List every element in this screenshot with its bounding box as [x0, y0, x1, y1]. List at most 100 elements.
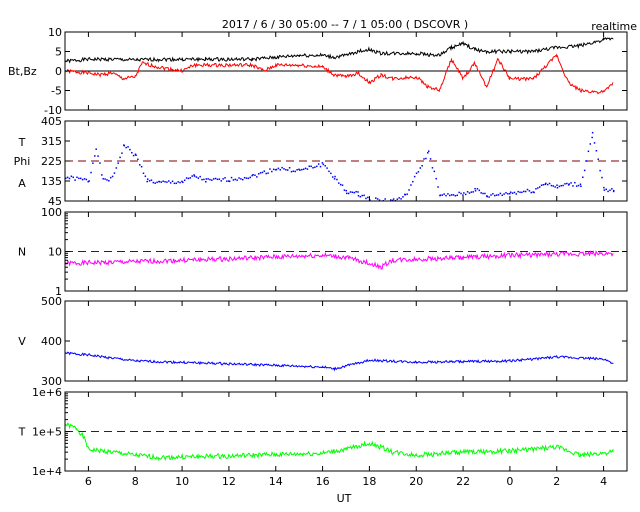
data-point	[499, 192, 502, 195]
data-point	[507, 193, 509, 195]
data-point	[106, 179, 108, 181]
panel-phi: 40531522513545TPhiA	[14, 115, 628, 208]
data-point	[517, 190, 519, 193]
data-point	[290, 170, 293, 173]
data-point	[78, 177, 80, 180]
data-point	[189, 177, 192, 179]
data-point	[88, 180, 90, 182]
data-point	[195, 176, 198, 178]
data-point	[150, 179, 153, 181]
x-axis-label: UT	[337, 492, 352, 505]
data-point	[431, 167, 434, 169]
data-point	[462, 194, 464, 196]
data-point	[443, 193, 445, 195]
data-point	[556, 184, 558, 186]
data-point	[526, 188, 529, 191]
data-point	[349, 191, 352, 193]
data-point	[263, 170, 266, 172]
data-point	[135, 154, 137, 157]
data-point	[334, 175, 336, 178]
data-point	[171, 180, 174, 183]
y-axis-label: T	[18, 426, 26, 439]
y-tick-label: -5	[51, 85, 62, 98]
data-point	[169, 182, 172, 184]
data-point	[74, 179, 76, 181]
data-point	[249, 176, 252, 179]
data-point	[146, 178, 149, 180]
data-point	[538, 186, 541, 188]
data-point	[203, 178, 205, 181]
data-point	[283, 168, 285, 170]
data-point	[164, 181, 166, 183]
data-point	[511, 192, 514, 194]
data-point	[486, 195, 488, 198]
data-point	[109, 176, 112, 179]
data-point	[530, 191, 533, 194]
plot-frame	[64, 300, 628, 382]
data-point	[503, 193, 505, 195]
data-point	[533, 191, 535, 194]
data-point	[328, 170, 330, 173]
data-point	[277, 167, 280, 170]
data-point	[413, 175, 416, 178]
data-point	[288, 167, 291, 169]
data-point	[439, 194, 442, 196]
data-point	[492, 193, 494, 195]
data-point	[574, 181, 576, 184]
y-tick-label: 10	[48, 26, 62, 39]
y-axis-label: T	[18, 136, 26, 149]
data-point	[546, 183, 549, 186]
data-point	[357, 195, 360, 197]
data-point	[104, 178, 106, 180]
x-tick-label: 10	[175, 475, 189, 488]
data-point	[497, 194, 500, 196]
y-axis-label: Phi	[14, 155, 31, 168]
data-point	[232, 179, 235, 181]
data-point	[102, 178, 104, 180]
data-point	[449, 194, 451, 197]
data-point	[212, 178, 215, 180]
data-point	[353, 191, 355, 194]
data-point	[474, 190, 477, 192]
series-v	[65, 351, 614, 372]
data-point	[566, 182, 568, 185]
realtime-label: realtime	[591, 20, 637, 33]
data-point	[95, 148, 97, 150]
data-point	[408, 189, 410, 191]
data-point	[466, 191, 469, 193]
y-tick-label: 225	[41, 155, 62, 168]
data-point	[330, 172, 332, 175]
x-tick-label: 4	[600, 475, 607, 488]
data-point	[326, 167, 328, 169]
panel-btbz: 1050-5-10Bt,Bz	[8, 26, 628, 117]
data-point	[144, 175, 147, 177]
data-point	[603, 189, 606, 191]
data-point	[152, 181, 155, 184]
x-tick-label: 0	[506, 475, 513, 488]
data-point	[199, 175, 201, 178]
data-point	[322, 163, 325, 166]
data-point	[76, 176, 78, 179]
data-point	[238, 177, 240, 179]
y-axis-label: N	[18, 246, 26, 259]
data-point	[343, 189, 346, 191]
data-point	[115, 167, 118, 169]
data-point	[177, 181, 179, 183]
data-point	[398, 197, 400, 199]
data-point	[308, 165, 311, 168]
x-tick-label: 14	[269, 475, 283, 488]
data-point	[166, 181, 168, 183]
y-tick-label: 405	[41, 115, 62, 128]
data-point	[108, 179, 110, 182]
panel-v: 500400300V	[18, 295, 628, 388]
data-point	[230, 176, 233, 179]
data-point	[245, 177, 248, 179]
data-point	[508, 192, 511, 195]
data-point	[346, 192, 348, 195]
data-point	[140, 165, 143, 168]
data-point	[285, 169, 287, 171]
data-point	[247, 177, 250, 180]
data-point	[605, 188, 607, 191]
data-point	[437, 186, 439, 188]
data-point	[205, 178, 207, 180]
